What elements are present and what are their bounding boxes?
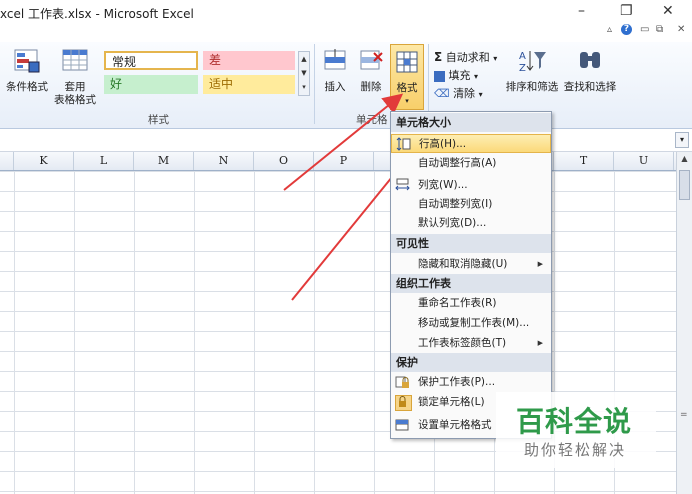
menu-item-default-width[interactable]: 默认列宽(D)...	[391, 214, 551, 233]
menu-item-protect-sheet[interactable]: 保护工作表(P)...	[391, 373, 551, 392]
watermark: 百科全说 助你轻松解决	[496, 392, 656, 468]
protect-sheet-icon	[395, 375, 410, 389]
arrow-to-format	[283, 93, 404, 191]
menu-section-protection: 保护	[391, 353, 551, 372]
column-width-icon	[395, 178, 410, 192]
menu-item-tab-color[interactable]: 工作表标签颜色(T) ▶	[391, 334, 551, 353]
menu-item-column-width[interactable]: 列宽(W)...	[391, 176, 551, 195]
menu-item-row-height[interactable]: 行高(H)...	[391, 134, 551, 153]
menu-item-autofit-row[interactable]: 自动调整行高(A)	[391, 154, 551, 173]
watermark-subtitle: 助你轻松解决	[524, 441, 627, 459]
menu-item-rename-sheet[interactable]: 重命名工作表(R)	[391, 294, 551, 313]
submenu-arrow-icon: ▶	[537, 260, 543, 268]
submenu-arrow-icon: ▶	[537, 339, 543, 347]
menu-section-visibility: 可见性	[391, 234, 551, 253]
format-dropdown-menu: 单元格大小 行高(H)... 自动调整行高(A) 列宽(W)... 自动调整列宽…	[390, 111, 552, 439]
format-cells-small-icon	[395, 418, 410, 432]
lock-icon	[395, 395, 412, 411]
watermark-title: 百科全说	[516, 405, 633, 438]
menu-item-autofit-column[interactable]: 自动调整列宽(I)	[391, 195, 551, 214]
menu-section-organize: 组织工作表	[391, 274, 551, 293]
row-height-icon	[396, 137, 411, 151]
menu-section-cell-size: 单元格大小	[391, 113, 551, 132]
menu-item-move-copy-sheet[interactable]: 移动或复制工作表(M)...	[391, 314, 551, 333]
menu-item-hide-unhide[interactable]: 隐藏和取消隐藏(U) ▶	[391, 255, 551, 274]
